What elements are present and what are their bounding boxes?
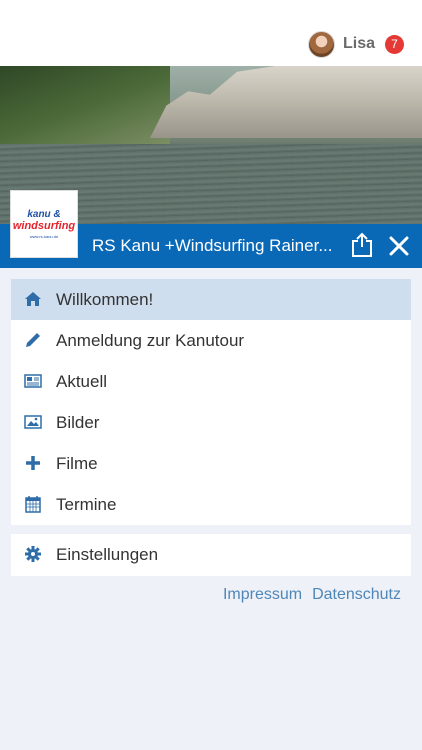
main-menu: Willkommen! Anmeldung zur Kanutour Aktue… [11,279,411,525]
menu-item-label: Willkommen! [56,289,154,309]
pencil-icon [24,331,42,349]
menu-item-termine[interactable]: Termine [11,484,411,525]
impressum-link[interactable]: Impressum [223,586,302,604]
menu-item-filme[interactable]: Filme [11,443,411,484]
notification-badge[interactable]: 7 [385,34,404,54]
photo-trees [0,66,170,146]
menu-item-willkommen[interactable]: Willkommen! [11,279,411,320]
photo-cliff [150,66,422,138]
club-logo: kanu & windsurfing www.rs-kanu.de [10,190,78,258]
footer-links: Impressum Datenschutz [213,586,401,604]
menu-item-label: Anmeldung zur Kanutour [56,330,245,350]
share-icon[interactable] [350,232,374,258]
menu-item-label: Einstellungen [56,544,159,564]
menu-item-label: Aktuell [56,371,108,391]
menu-item-einstellungen[interactable]: Einstellungen [11,534,411,575]
menu-item-anmeldung[interactable]: Anmeldung zur Kanutour [11,320,411,361]
username[interactable]: Lisa [343,35,375,53]
home-icon [24,290,42,308]
datenschutz-link[interactable]: Datenschutz [312,586,401,604]
menu-item-label: Bilder [56,412,100,432]
page-title: RS Kanu +Windsurfing Rainer... [92,236,333,255]
user-profile[interactable]: Lisa 7 [307,29,404,59]
image-icon [24,413,42,431]
settings-menu: Einstellungen [11,534,411,576]
top-bar: Lisa 7 [0,0,422,66]
calendar-icon [24,495,42,513]
plus-icon [24,454,42,472]
newspaper-icon [24,372,42,390]
close-icon[interactable] [387,234,411,258]
menu-item-aktuell[interactable]: Aktuell [11,361,411,402]
menu-item-label: Termine [56,494,117,514]
avatar[interactable] [307,30,335,58]
menu-item-bilder[interactable]: Bilder [11,402,411,443]
menu-item-label: Filme [56,453,98,473]
gear-icon [24,545,42,563]
